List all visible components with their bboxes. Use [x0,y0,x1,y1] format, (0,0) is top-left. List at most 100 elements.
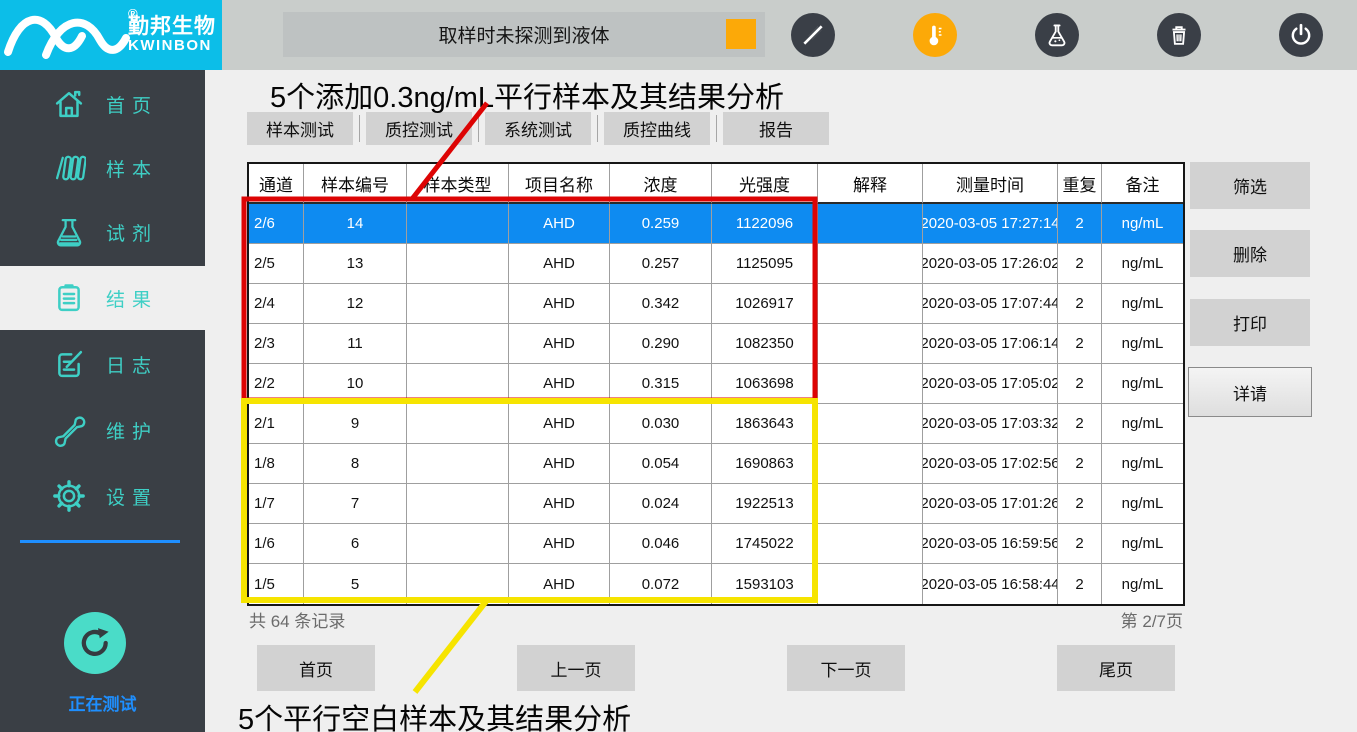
trash-icon[interactable] [1157,13,1201,57]
samples-icon [52,151,86,185]
flask-icon[interactable] [1035,13,1079,57]
table-row[interactable]: 2/19AHD0.03018636432020-03-05 17:03:322n… [249,404,1183,444]
table-cell: ng/mL [1102,564,1183,604]
table-row[interactable]: 2/210AHD0.31510636982020-03-05 17:05:022… [249,364,1183,404]
table-cell [407,484,509,524]
sidebar-item-results[interactable]: 结果 [0,266,205,330]
tab-divider [359,115,360,142]
table-row[interactable]: 2/412AHD0.34210269172020-03-05 17:07:442… [249,284,1183,324]
table-cell: 1125095 [712,244,818,284]
table-cell: 2/3 [249,324,304,364]
table-cell: 2 [1058,284,1102,324]
table-cell: AHD [509,484,610,524]
filter-button[interactable]: 筛选 [1190,162,1310,209]
annotation-bottom-label: 5个平行空白样本及其结果分析 [238,696,631,732]
table-cell [407,564,509,604]
tab-system-test[interactable]: 系统测试 [485,112,591,145]
table-cell: 1593103 [712,564,818,604]
table-cell: 2020-03-05 16:58:44 [923,564,1058,604]
thermometer-icon[interactable] [913,13,957,57]
table-cell: 2 [1058,564,1102,604]
power-icon[interactable] [1279,13,1323,57]
table-cell: 2 [1058,524,1102,564]
table-cell: 0.046 [610,524,712,564]
column-header: 测量时间 [923,164,1058,204]
table-body: 2/614AHD0.25911220962020-03-05 17:27:142… [249,204,1183,604]
table-row[interactable]: 2/311AHD0.29010823502020-03-05 17:06:142… [249,324,1183,364]
table-cell [407,284,509,324]
sidebar-item-settings[interactable]: 设置 [0,464,205,528]
table-header: 通道 样本编号 样本类型 项目名称 浓度 光强度 解释 测量时间 重复 备注 [249,164,1183,204]
table-row[interactable]: 1/55AHD0.07215931032020-03-05 16:58:442n… [249,564,1183,604]
tab-sample-test[interactable]: 样本测试 [247,112,353,145]
sidebar-item-label: 试剂 [106,219,158,246]
last-page-button[interactable]: 尾页 [1057,645,1175,691]
table-cell: 1/6 [249,524,304,564]
table-cell: 7 [304,484,407,524]
tab-bar: 样本测试 质控测试 系统测试 质控曲线 报告 [247,112,829,145]
table-cell: AHD [509,244,610,284]
tab-divider [478,115,479,142]
print-button[interactable]: 打印 [1190,299,1310,346]
refresh-icon [76,624,114,662]
tab-report[interactable]: 报告 [723,112,829,145]
refresh-running-button[interactable] [64,612,126,674]
table-cell: 1082350 [712,324,818,364]
table-cell: ng/mL [1102,284,1183,324]
table-cell: 2020-03-05 17:01:26 [923,484,1058,524]
table-row[interactable]: 1/66AHD0.04617450222020-03-05 16:59:562n… [249,524,1183,564]
table-cell [407,204,509,244]
table-cell: 2 [1058,364,1102,404]
column-header: 样本编号 [304,164,407,204]
column-header: 项目名称 [509,164,610,204]
table-row[interactable]: 1/88AHD0.05416908632020-03-05 17:02:562n… [249,444,1183,484]
table-cell [818,444,923,484]
table-cell: 0.072 [610,564,712,604]
table-cell: AHD [509,324,610,364]
prev-page-button[interactable]: 上一页 [517,645,635,691]
table-cell: 2/1 [249,404,304,444]
table-cell [818,524,923,564]
logo-swoosh-icon [2,0,142,70]
tab-qc-curve[interactable]: 质控曲线 [604,112,710,145]
sidebar-item-home[interactable]: 首页 [0,72,205,136]
column-header: 备注 [1102,164,1183,204]
table-cell [818,404,923,444]
sidebar-item-reagent[interactable]: 试剂 [0,200,205,264]
table-row[interactable]: 2/513AHD0.25711250952020-03-05 17:26:022… [249,244,1183,284]
table-cell: 6 [304,524,407,564]
table-row[interactable]: 2/614AHD0.25911220962020-03-05 17:27:142… [249,204,1183,244]
sidebar-item-label: 样本 [106,155,158,182]
table-cell: 2020-03-05 17:06:14 [923,324,1058,364]
sidebar-divider [20,540,180,543]
column-header: 重复 [1058,164,1102,204]
table-cell: ng/mL [1102,524,1183,564]
column-header: 通道 [249,164,304,204]
table-cell: ng/mL [1102,324,1183,364]
tab-qc-test[interactable]: 质控测试 [366,112,472,145]
delete-button[interactable]: 删除 [1190,230,1310,277]
table-cell [818,364,923,404]
sidebar-item-maintenance[interactable]: 维护 [0,398,205,462]
table-cell: 5 [304,564,407,604]
tab-divider [597,115,598,142]
table-cell: 1863643 [712,404,818,444]
table-cell [407,324,509,364]
sidebar: 首页 样本 试剂 结果 [0,70,205,732]
no-liquid-pipette-icon[interactable] [791,13,835,57]
page-indicator: 第 2/7页 [1121,607,1183,632]
table-cell: ng/mL [1102,364,1183,404]
table-cell: ng/mL [1102,244,1183,284]
table-cell [818,564,923,604]
table-cell: 0.259 [610,204,712,244]
table-cell: 1/5 [249,564,304,604]
sidebar-item-samples[interactable]: 样本 [0,136,205,200]
table-cell [818,324,923,364]
table-row[interactable]: 1/77AHD0.02419225132020-03-05 17:01:262n… [249,484,1183,524]
next-page-button[interactable]: 下一页 [787,645,905,691]
details-button[interactable]: 详请 [1188,367,1312,417]
sidebar-item-label: 维护 [106,417,158,444]
first-page-button[interactable]: 首页 [257,645,375,691]
sidebar-item-log[interactable]: 日志 [0,332,205,396]
table-cell: 1/8 [249,444,304,484]
